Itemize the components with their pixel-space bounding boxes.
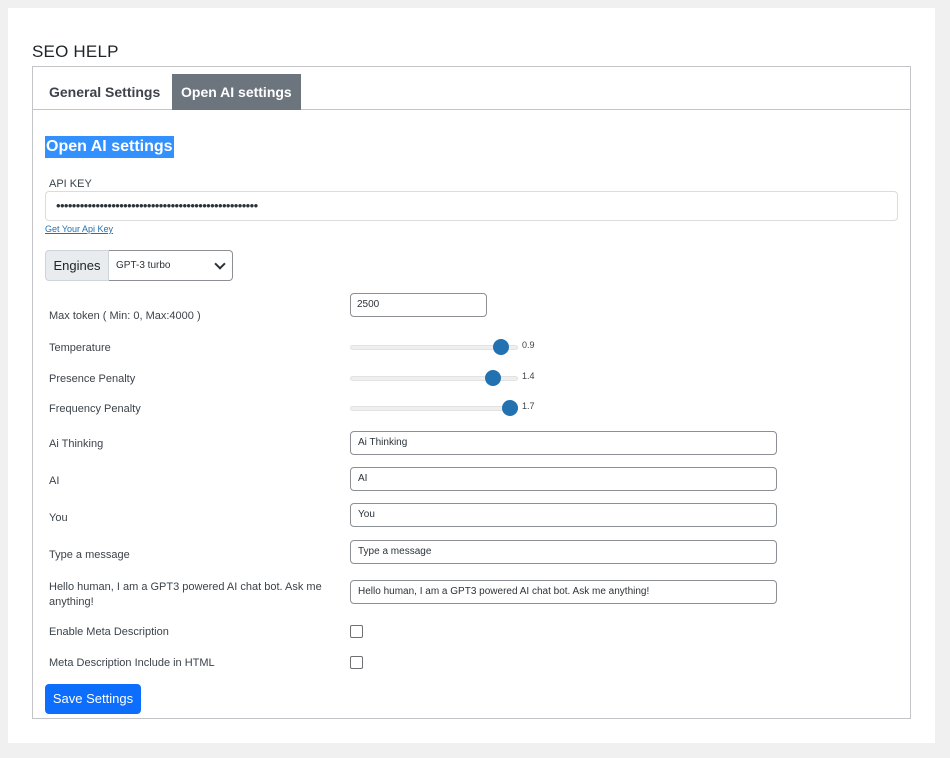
- enable-meta-description-checkbox[interactable]: [350, 625, 363, 638]
- you-label: You: [49, 512, 68, 524]
- save-settings-button[interactable]: Save Settings: [45, 684, 141, 714]
- slider-handle[interactable]: [493, 339, 510, 355]
- engines-selected-value: GPT-3 turbo: [116, 260, 171, 271]
- max-token-label: Max token ( Min: 0, Max:4000 ): [49, 310, 201, 322]
- frequency-penalty-slider[interactable]: [350, 400, 518, 416]
- greeting-label: Hello human, I am a GPT3 powered AI chat…: [49, 581, 322, 608]
- presence-penalty-label: Presence Penalty: [49, 373, 136, 385]
- slider-handle[interactable]: [484, 370, 501, 386]
- enable-meta-description-label: Enable Meta Description: [49, 626, 169, 638]
- settings-panel: General Settings Open AI settings Open A…: [32, 66, 911, 719]
- frequency-penalty-value: 1.7: [522, 401, 535, 411]
- ai-label: AI: [49, 475, 60, 487]
- presence-penalty-value: 1.4: [522, 371, 535, 381]
- meta-description-html-checkbox[interactable]: [350, 656, 363, 669]
- slider-track: [350, 406, 518, 411]
- api-key-input[interactable]: ••••••••••••••••••••••••••••••••••••••••…: [45, 191, 898, 221]
- type-message-input[interactable]: Type a message: [350, 540, 777, 564]
- engines-select[interactable]: GPT-3 turbo: [109, 250, 233, 281]
- chevron-down-icon: [214, 258, 226, 270]
- you-input[interactable]: You: [350, 503, 777, 527]
- page-title: SEO HELP: [32, 42, 119, 61]
- ai-thinking-label: Ai Thinking: [49, 438, 104, 450]
- temperature-value: 0.9: [522, 340, 535, 350]
- api-key-label: API KEY: [49, 178, 92, 190]
- slider-handle[interactable]: [501, 400, 518, 416]
- tab-bar: General Settings Open AI settings: [33, 67, 910, 110]
- meta-description-html-label: Meta Description Include in HTML: [49, 657, 215, 669]
- tab-general-settings[interactable]: General Settings: [41, 74, 168, 110]
- section-title: Open AI settings: [45, 136, 174, 158]
- temperature-label: Temperature: [49, 342, 111, 354]
- engines-label: Engines: [45, 250, 109, 281]
- frequency-penalty-label: Frequency Penalty: [49, 403, 141, 415]
- presence-penalty-slider[interactable]: [350, 370, 518, 386]
- type-message-label: Type a message: [49, 549, 130, 561]
- ai-thinking-input[interactable]: Ai Thinking: [350, 431, 777, 455]
- max-token-input[interactable]: 2500: [350, 293, 487, 317]
- greeting-input[interactable]: Hello human, I am a GPT3 powered AI chat…: [350, 580, 777, 604]
- get-api-key-link[interactable]: Get Your Api Key: [45, 224, 113, 234]
- settings-page: SEO HELP General Settings Open AI settin…: [8, 8, 935, 743]
- temperature-slider[interactable]: [350, 339, 518, 355]
- tab-open-ai-settings[interactable]: Open AI settings: [172, 74, 301, 110]
- ai-input[interactable]: AI: [350, 467, 777, 491]
- engines-group: Engines GPT-3 turbo: [45, 250, 233, 281]
